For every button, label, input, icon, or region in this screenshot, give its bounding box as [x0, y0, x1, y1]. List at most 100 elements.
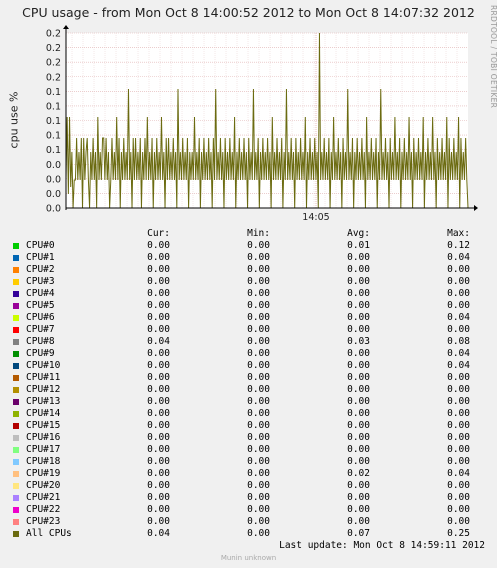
legend-swatch — [13, 447, 19, 453]
legend-value-avg: 0.00 — [347, 504, 370, 515]
legend-value-max: 0.00 — [447, 396, 470, 407]
legend-row: CPU#5 0.00 0.00 0.00 0.00 — [0, 300, 497, 312]
legend-value-avg: 0.00 — [347, 432, 370, 443]
footer-credit: Munin unknown — [220, 554, 277, 562]
legend-value-avg: 0.00 — [347, 372, 370, 383]
legend-series-name: CPU#3 — [26, 276, 55, 287]
legend-swatch — [13, 255, 19, 261]
legend-value-avg: 0.00 — [347, 384, 370, 395]
legend-value-cur: 0.00 — [147, 300, 170, 311]
legend-header-cur: Cur: — [147, 228, 170, 239]
legend-value-max: 0.00 — [447, 456, 470, 467]
legend-value-min: 0.00 — [247, 408, 270, 419]
legend-value-max: 0.00 — [447, 480, 470, 491]
legend-swatch — [13, 531, 19, 537]
legend-value-avg: 0.01 — [347, 240, 370, 251]
legend-value-cur: 0.00 — [147, 264, 170, 275]
legend-value-min: 0.00 — [247, 444, 270, 455]
legend-value-min: 0.00 — [247, 372, 270, 383]
legend-value-max: 0.04 — [447, 312, 470, 323]
legend-value-max: 0.00 — [447, 384, 470, 395]
legend-value-max: 0.00 — [447, 276, 470, 287]
legend-value-min: 0.00 — [247, 432, 270, 443]
legend-value-max: 0.00 — [447, 420, 470, 431]
legend-value-avg: 0.00 — [347, 324, 370, 335]
legend-value-cur: 0.00 — [147, 420, 170, 431]
legend-row: All CPUs 0.04 0.00 0.07 0.25 — [0, 528, 497, 540]
legend-swatch — [13, 483, 19, 489]
legend-value-avg: 0.00 — [347, 396, 370, 407]
legend-value-max: 0.00 — [447, 444, 470, 455]
legend-value-cur: 0.00 — [147, 348, 170, 359]
legend-value-min: 0.00 — [247, 528, 270, 539]
legend-value-max: 0.04 — [447, 348, 470, 359]
legend-row: CPU#10 0.00 0.00 0.00 0.04 — [0, 360, 497, 372]
legend-row: CPU#14 0.00 0.00 0.00 0.00 — [0, 408, 497, 420]
legend-row: CPU#23 0.00 0.00 0.00 0.00 — [0, 516, 497, 528]
legend-value-avg: 0.00 — [347, 276, 370, 287]
legend-series-name: CPU#1 — [26, 252, 55, 263]
legend-value-max: 0.04 — [447, 252, 470, 263]
legend-value-cur: 0.00 — [147, 252, 170, 263]
legend-series-name: CPU#17 — [26, 444, 61, 455]
legend-value-max: 0.12 — [447, 240, 470, 251]
legend-value-min: 0.00 — [247, 516, 270, 527]
legend-value-min: 0.00 — [247, 360, 270, 371]
legend-swatch — [13, 507, 19, 513]
legend-value-max: 0.00 — [447, 288, 470, 299]
legend-value-cur: 0.00 — [147, 288, 170, 299]
legend-value-cur: 0.04 — [147, 528, 170, 539]
legend-swatch — [13, 387, 19, 393]
legend-value-cur: 0.00 — [147, 324, 170, 335]
legend-value-cur: 0.00 — [147, 312, 170, 323]
legend-swatch — [13, 315, 19, 321]
legend-value-min: 0.00 — [247, 264, 270, 275]
legend-row: CPU#1 0.00 0.00 0.00 0.04 — [0, 252, 497, 264]
legend-swatch — [13, 327, 19, 333]
legend-swatch — [13, 435, 19, 441]
last-update: Last update: Mon Oct 8 14:59:11 2012 — [279, 540, 485, 551]
legend-row: CPU#21 0.00 0.00 0.00 0.00 — [0, 492, 497, 504]
legend-row: CPU#9 0.00 0.00 0.00 0.04 — [0, 348, 497, 360]
legend-value-avg: 0.02 — [347, 468, 370, 479]
legend-value-avg: 0.00 — [347, 288, 370, 299]
legend-value-min: 0.00 — [247, 300, 270, 311]
legend-series-name: CPU#12 — [26, 384, 61, 395]
legend-swatch — [13, 423, 19, 429]
legend-value-cur: 0.00 — [147, 360, 170, 371]
legend-value-cur: 0.00 — [147, 240, 170, 251]
legend-swatch — [13, 459, 19, 465]
legend-series-name: CPU#8 — [26, 336, 55, 347]
legend-value-cur: 0.00 — [147, 432, 170, 443]
legend-series-name: CPU#11 — [26, 372, 61, 383]
legend: Cur: Min: Avg: Max: CPU#0 0.00 0.00 0.01 0.1… — [0, 0, 497, 568]
legend-swatch — [13, 243, 19, 249]
legend-series-name: All CPUs — [26, 528, 72, 539]
legend-value-min: 0.00 — [247, 456, 270, 467]
legend-value-min: 0.00 — [247, 504, 270, 515]
legend-value-avg: 0.07 — [347, 528, 370, 539]
legend-value-min: 0.00 — [247, 240, 270, 251]
legend-value-avg: 0.00 — [347, 348, 370, 359]
legend-swatch — [13, 351, 19, 357]
legend-value-avg: 0.00 — [347, 252, 370, 263]
legend-value-cur: 0.00 — [147, 444, 170, 455]
legend-series-name: CPU#20 — [26, 480, 61, 491]
legend-row: CPU#17 0.00 0.00 0.00 0.00 — [0, 444, 497, 456]
legend-row: CPU#2 0.00 0.00 0.00 0.00 — [0, 264, 497, 276]
legend-row: CPU#20 0.00 0.00 0.00 0.00 — [0, 480, 497, 492]
legend-value-max: 0.00 — [447, 324, 470, 335]
legend-series-name: CPU#14 — [26, 408, 61, 419]
legend-series-name: CPU#7 — [26, 324, 55, 335]
legend-swatch — [13, 291, 19, 297]
legend-value-min: 0.00 — [247, 252, 270, 263]
legend-value-avg: 0.00 — [347, 408, 370, 419]
legend-value-avg: 0.00 — [347, 516, 370, 527]
legend-value-cur: 0.00 — [147, 504, 170, 515]
legend-series-name: CPU#23 — [26, 516, 61, 527]
legend-row: CPU#18 0.00 0.00 0.00 0.00 — [0, 456, 497, 468]
legend-value-cur: 0.00 — [147, 456, 170, 467]
legend-value-max: 0.00 — [447, 492, 470, 503]
legend-value-max: 0.00 — [447, 504, 470, 515]
legend-value-max: 0.00 — [447, 408, 470, 419]
